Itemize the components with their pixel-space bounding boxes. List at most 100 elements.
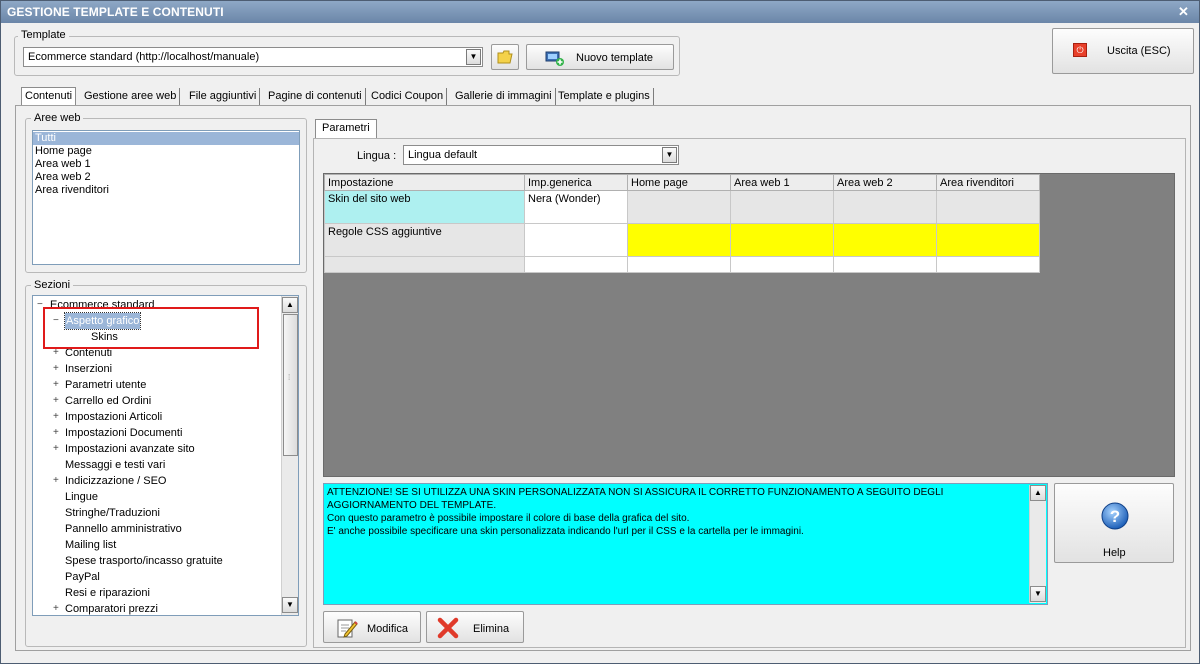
table-cell[interactable]	[524, 223, 628, 257]
help-button[interactable]: ? Help	[1054, 483, 1174, 563]
column-header[interactable]: Area web 1	[730, 174, 834, 191]
expand-icon[interactable]: +	[53, 473, 62, 489]
tree-scrollbar[interactable]: ▲ ⁞ ▼	[281, 296, 298, 615]
table-cell[interactable]	[936, 190, 1040, 224]
table-cell[interactable]	[936, 256, 1040, 273]
expand-icon[interactable]: +	[53, 441, 62, 457]
modifica-button[interactable]: Modifica	[323, 611, 421, 643]
aree-web-list[interactable]: Tutti Home page Area web 1 Area web 2 Ar…	[32, 130, 300, 265]
sezioni-label: Sezioni	[31, 279, 74, 291]
tab-file-aggiuntivi[interactable]: File aggiuntivi	[186, 88, 261, 106]
elimina-button[interactable]: Elimina	[426, 611, 524, 643]
highlight-box	[43, 307, 259, 349]
scroll-thumb[interactable]: ⁞	[283, 314, 298, 456]
column-header[interactable]: Home page	[627, 174, 731, 191]
expand-icon[interactable]: +	[53, 361, 62, 377]
tree-item-label: Resi e riparazioni	[65, 587, 150, 599]
info-line: AGGIORNAMENTO DEL TEMPLATE.	[327, 500, 497, 511]
grip-icon: ⁞	[288, 373, 291, 382]
table-row[interactable]	[324, 256, 1040, 273]
tab-gestione-aree-web[interactable]: Gestione aree web	[81, 88, 181, 106]
settings-grid[interactable]: Impostazione Imp.generica Home page Area…	[323, 173, 1175, 477]
lingua-select[interactable]: Lingua default ▼	[403, 145, 679, 165]
list-item[interactable]: Tutti	[33, 132, 299, 145]
scroll-down-button[interactable]: ▼	[282, 597, 298, 613]
expand-icon[interactable]: +	[53, 377, 62, 393]
table-cell[interactable]	[936, 223, 1040, 257]
table-cell[interactable]	[627, 223, 731, 257]
svg-text:?: ?	[1110, 507, 1120, 526]
new-template-icon	[545, 51, 564, 66]
delete-icon	[437, 617, 459, 639]
info-scrollbar[interactable]: ▲ ▼	[1029, 485, 1046, 603]
table-row[interactable]: Regole CSS aggiuntive	[324, 223, 1040, 257]
main-window: GESTIONE TEMPLATE E CONTENUTI ✕ Template…	[0, 0, 1200, 664]
column-header[interactable]: Area web 2	[833, 174, 937, 191]
template-select[interactable]: Ecommerce standard (http://localhost/man…	[23, 47, 483, 67]
expand-icon[interactable]: +	[53, 409, 62, 425]
list-item[interactable]: Area web 2	[33, 171, 299, 184]
expand-icon[interactable]: +	[53, 393, 62, 409]
table-row[interactable]: Skin del sito web Nera (Wonder)	[324, 190, 1040, 224]
tree-item-label: PayPal	[65, 571, 100, 583]
info-textarea[interactable]: ATTENZIONE! SE SI UTILIZZA UNA SKIN PERS…	[323, 483, 1048, 605]
tree-item-label: Impostazioni Documenti	[65, 427, 183, 439]
tab-pagine-contenuti-label: Pagine di contenuti	[268, 90, 362, 102]
power-icon: ⏻	[1073, 43, 1087, 57]
table-cell[interactable]: Regole CSS aggiuntive	[324, 223, 525, 257]
expand-icon[interactable]: +	[53, 601, 62, 615]
chevron-down-icon[interactable]: ▼	[662, 147, 677, 163]
scroll-up-button[interactable]: ▲	[282, 297, 298, 313]
scroll-down-button[interactable]: ▼	[1030, 586, 1046, 602]
table-header-row: Impostazione Imp.generica Home page Area…	[324, 174, 1040, 191]
table-cell[interactable]	[627, 190, 731, 224]
lingua-label: Lingua :	[357, 150, 397, 162]
help-label: Help	[1103, 547, 1126, 559]
table-cell[interactable]	[627, 256, 731, 273]
table-cell[interactable]	[730, 190, 834, 224]
tab-parametri[interactable]: Parametri	[315, 119, 377, 138]
list-item[interactable]: Area web 1	[33, 158, 299, 171]
tree-item-label: Parametri utente	[65, 379, 147, 391]
table-cell[interactable]: Nera (Wonder)	[524, 190, 628, 224]
expand-icon[interactable]: +	[53, 425, 62, 441]
tab-gallerie-immagini[interactable]: Gallerie di immagini	[452, 88, 556, 106]
tab-template-plugins[interactable]: Template e plugins	[555, 88, 654, 106]
tab-pagine-contenuti[interactable]: Pagine di contenuti	[265, 88, 366, 106]
settings-table: Impostazione Imp.generica Home page Area…	[324, 174, 1040, 273]
scroll-up-button[interactable]: ▲	[1030, 485, 1046, 501]
table-cell[interactable]	[524, 256, 628, 273]
tree-item-label: Inserzioni	[65, 363, 113, 375]
new-template-button[interactable]: Nuovo template	[526, 44, 674, 70]
chevron-down-icon[interactable]: ▼	[466, 49, 481, 65]
template-group-label: Template	[18, 29, 69, 41]
list-item[interactable]: Home page	[33, 145, 299, 158]
close-icon[interactable]: ✕	[1178, 4, 1189, 20]
table-cell[interactable]: Skin del sito web	[324, 190, 525, 224]
table-cell[interactable]	[730, 256, 834, 273]
exit-button[interactable]: ⏻ Uscita (ESC)	[1052, 28, 1194, 74]
help-icon: ?	[1101, 502, 1129, 530]
tree-item-label: Carrello ed Ordini	[65, 395, 152, 407]
list-item[interactable]: Area rivenditori	[33, 184, 299, 197]
table-cell[interactable]	[324, 256, 525, 273]
table-cell[interactable]	[833, 223, 937, 257]
table-cell[interactable]	[833, 256, 937, 273]
tab-contenuti-label: Contenuti	[25, 90, 73, 102]
open-folder-button[interactable]	[491, 44, 519, 70]
tab-codici-coupon[interactable]: Codici Coupon	[368, 88, 448, 106]
tab-codici-coupon-label: Codici Coupon	[371, 90, 444, 102]
tab-contenuti[interactable]: Contenuti	[21, 87, 77, 106]
edit-icon	[337, 619, 358, 638]
table-cell[interactable]	[833, 190, 937, 224]
column-header[interactable]: Area rivenditori	[936, 174, 1040, 191]
table-cell[interactable]	[730, 223, 834, 257]
aree-web-label: Aree web	[31, 112, 84, 124]
column-header[interactable]: Impostazione	[324, 174, 525, 191]
column-header[interactable]: Imp.generica	[524, 174, 628, 191]
window-title: GESTIONE TEMPLATE E CONTENUTI	[7, 5, 224, 19]
elimina-label: Elimina	[473, 623, 510, 635]
tree-item-label: Impostazioni Articoli	[65, 411, 163, 423]
exit-label: Uscita (ESC)	[1107, 45, 1171, 57]
tree-item-label: Pannello amministrativo	[65, 523, 182, 535]
